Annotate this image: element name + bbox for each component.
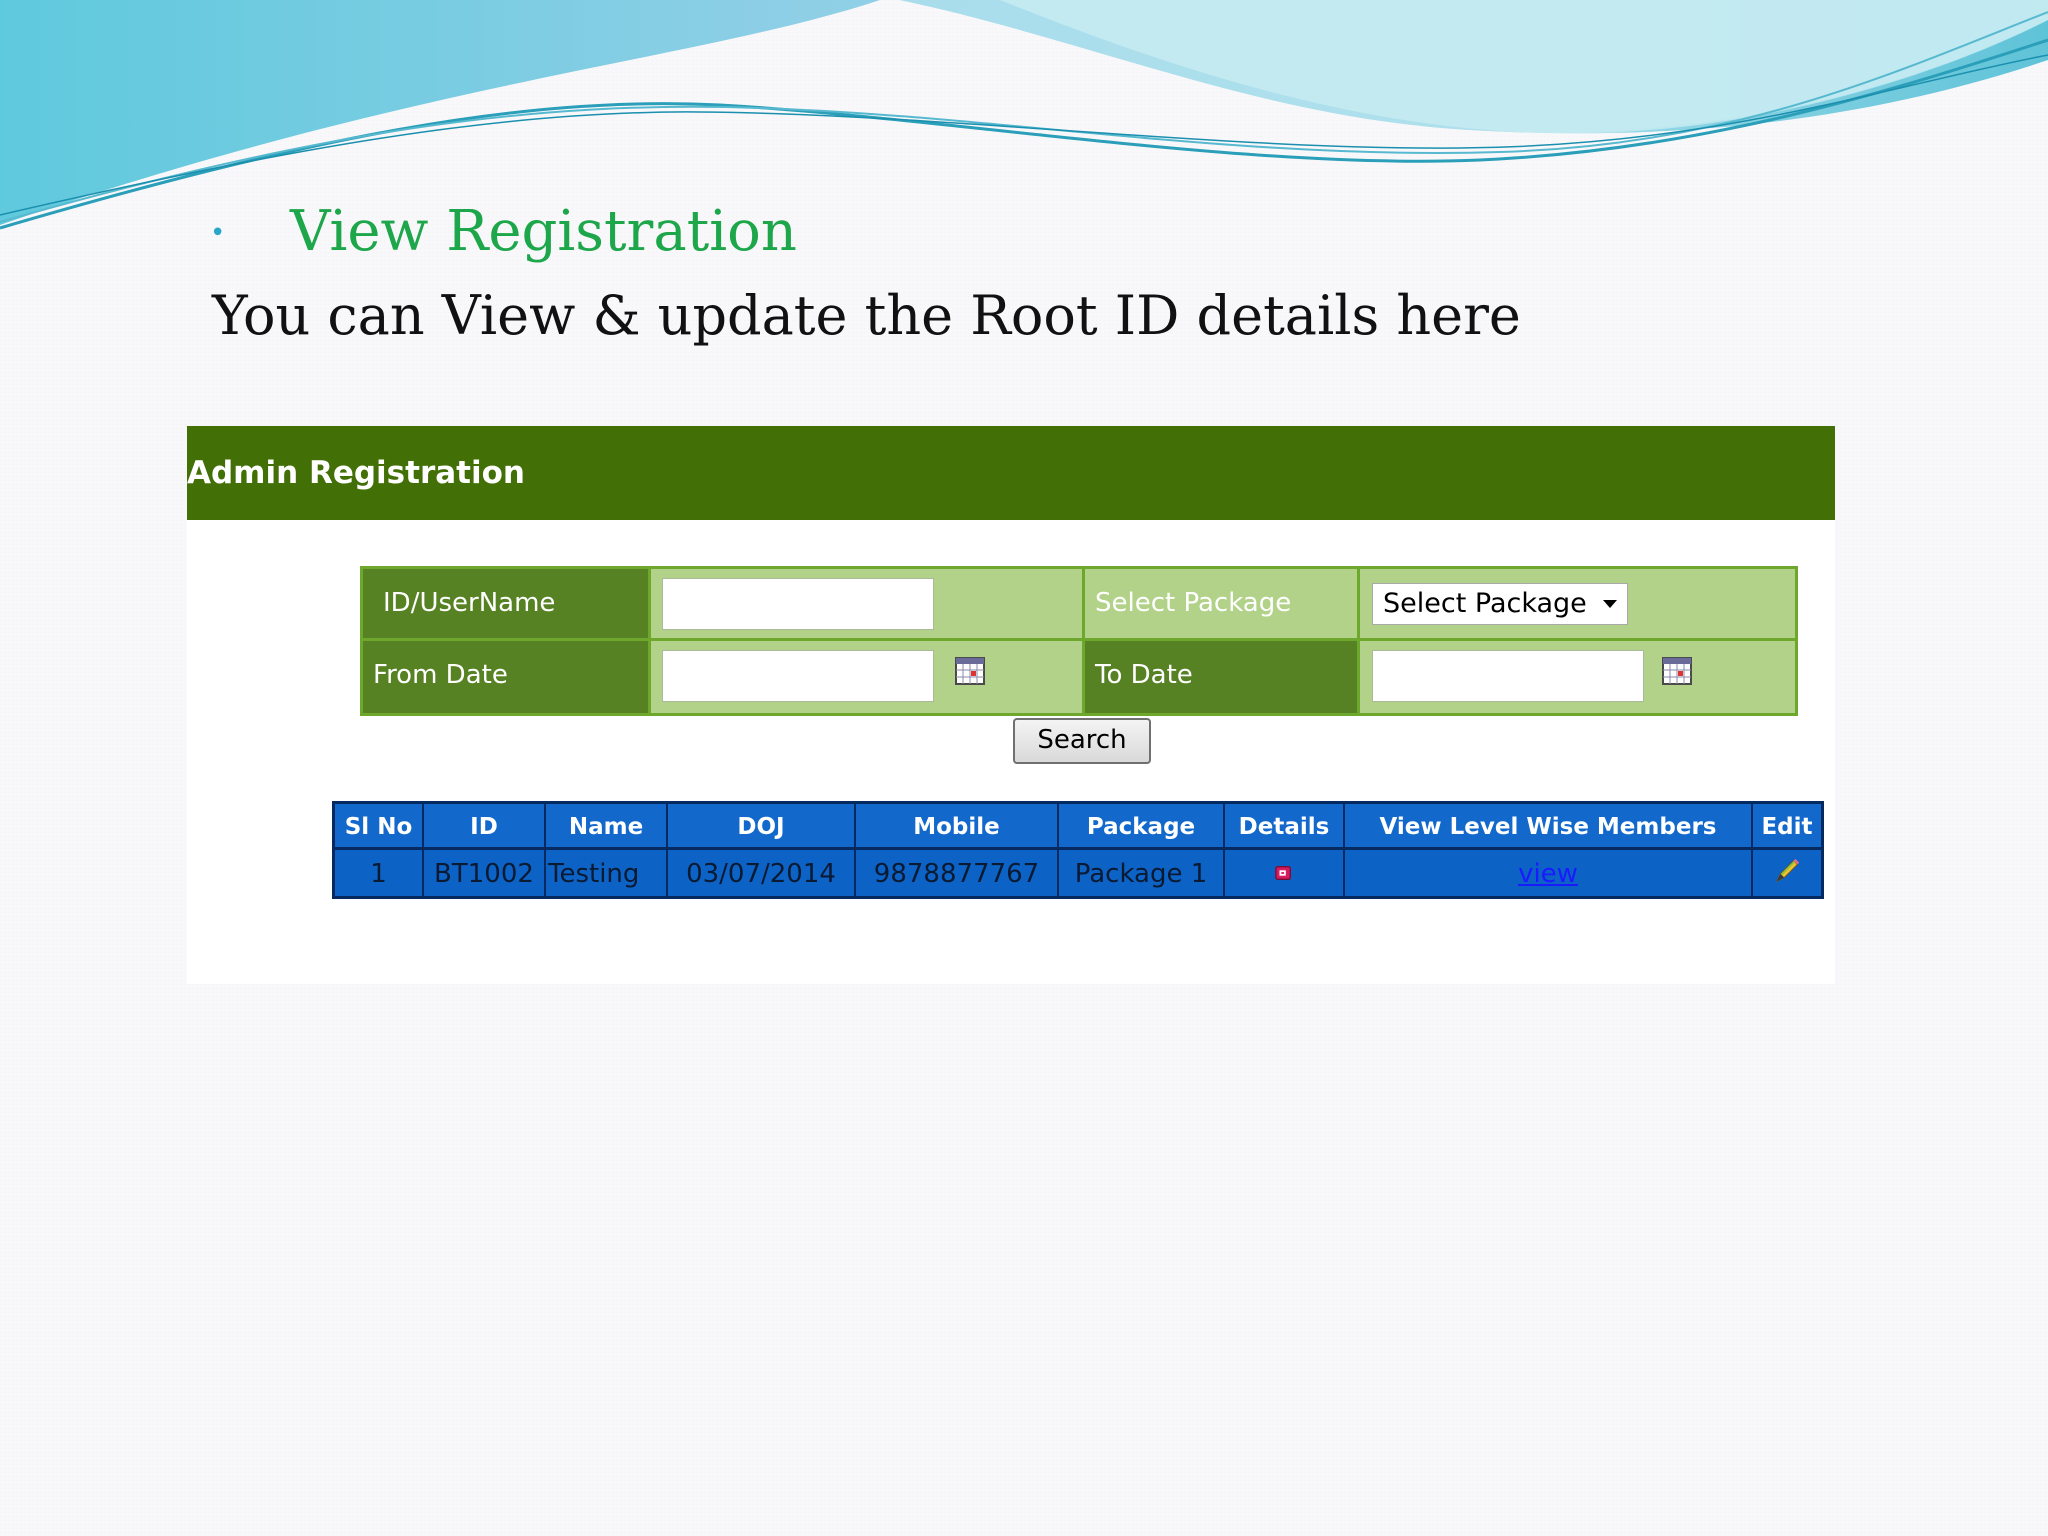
panel-header: Admin Registration — [187, 426, 1835, 520]
id-username-label: ID/UserName — [363, 569, 651, 641]
results-table: Sl No ID Name DOJ Mobile Package Details… — [332, 801, 1824, 899]
calendar-icon[interactable] — [1662, 656, 1692, 686]
id-username-cell — [651, 569, 1085, 641]
column-header-package: Package — [1059, 804, 1225, 850]
title-bullet: • — [210, 218, 226, 248]
calendar-icon[interactable] — [955, 656, 985, 686]
id-username-input[interactable] — [662, 578, 934, 630]
panel-title: Admin Registration — [187, 455, 525, 491]
from-date-label: From Date — [363, 641, 651, 713]
table-cell-edit — [1753, 850, 1821, 896]
select-package-cell: Select Package — [1360, 569, 1795, 641]
column-header-details: Details — [1225, 804, 1345, 850]
table-cell-doj: 03/07/2014 — [668, 850, 856, 896]
table-cell-details — [1225, 850, 1345, 896]
column-header-mobile: Mobile — [856, 804, 1059, 850]
search-form: ID/UserName Select Package Select Packag… — [360, 566, 1798, 716]
table-cell-name: Testing — [546, 850, 668, 896]
table-cell-mobile: 9878877767 — [856, 850, 1059, 896]
from-date-input[interactable] — [662, 650, 934, 702]
admin-registration-panel: Admin Registration ID/UserName Select Pa… — [187, 426, 1835, 984]
pencil-icon[interactable] — [1773, 857, 1801, 885]
to-date-cell — [1360, 641, 1795, 713]
column-header-name: Name — [546, 804, 668, 850]
chevron-down-icon — [1603, 600, 1617, 608]
details-icon[interactable] — [1275, 864, 1293, 882]
column-header-doj: DOJ — [668, 804, 856, 850]
package-select-value: Select Package — [1383, 588, 1587, 619]
to-date-label: To Date — [1085, 641, 1360, 713]
table-cell-id: BT1002 — [424, 850, 546, 896]
column-header-sl-no: Sl No — [335, 804, 424, 850]
table-cell-package: Package 1 — [1059, 850, 1225, 896]
slide-subtitle: You can View & update the Root ID detail… — [212, 284, 1521, 347]
slide-title-text: View Registration — [290, 199, 797, 264]
view-members-link[interactable]: view — [1518, 859, 1578, 889]
table-cell-view-members: view — [1345, 850, 1753, 896]
to-date-input[interactable] — [1372, 650, 1644, 702]
search-button[interactable]: Search — [1013, 718, 1151, 764]
package-select[interactable]: Select Package — [1372, 583, 1628, 625]
from-date-cell — [651, 641, 1085, 713]
select-package-label: Select Package — [1085, 569, 1360, 641]
table-cell-sl-no: 1 — [335, 850, 424, 896]
column-header-id: ID — [424, 804, 546, 850]
column-header-view-level-wise-members: View Level Wise Members — [1345, 804, 1753, 850]
column-header-edit: Edit — [1753, 804, 1821, 850]
